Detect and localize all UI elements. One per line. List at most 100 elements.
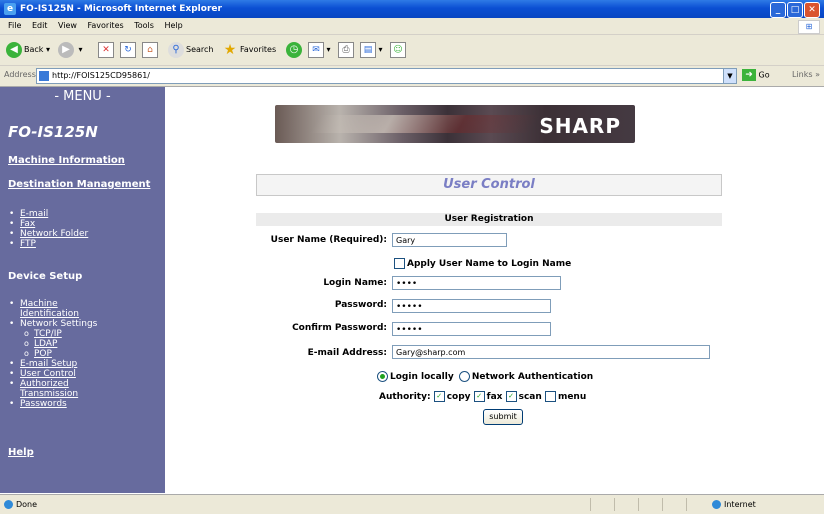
passwords-link[interactable]: Passwords [20, 399, 67, 409]
network-settings-label: Network Settings [20, 319, 98, 329]
list-item: LDAP [0, 339, 97, 349]
menu-tools[interactable]: Tools [134, 21, 154, 30]
menu-help[interactable]: Help [164, 21, 182, 30]
back-button[interactable]: ◀ Back ▾ [6, 40, 50, 60]
address-label: Address [4, 70, 36, 79]
favorites-button[interactable]: ★ Favorites [222, 40, 276, 60]
list-item: Fax [0, 219, 88, 229]
list-item: POP [0, 349, 97, 359]
machine-identification-link[interactable]: Machine Identification [20, 299, 79, 319]
edit-icon: ▤ [360, 41, 376, 58]
go-arrow-icon: ➜ [742, 69, 756, 81]
fax-label: fax [486, 392, 503, 402]
menu-checkbox[interactable] [544, 391, 556, 402]
maximize-button[interactable]: □ [787, 2, 803, 18]
history-button[interactable]: ◷ [286, 40, 304, 60]
close-button[interactable]: ✕ [804, 2, 820, 18]
forward-arrow-icon: ▶ [58, 41, 74, 58]
confirm-password-input[interactable]: ••••• [392, 322, 551, 336]
login-locally-label: Login locally [390, 372, 454, 382]
search-button[interactable]: ⚲ Search [168, 40, 213, 60]
history-icon: ◷ [286, 41, 302, 58]
address-dropdown-icon[interactable]: ▼ [723, 68, 737, 84]
links-button[interactable]: Links » [792, 70, 820, 79]
sidebar: - MENU - FO-IS125N Machine Information D… [0, 87, 165, 493]
page-done-icon [4, 500, 13, 509]
ie-logo-icon: e [4, 3, 16, 15]
edit-button[interactable]: ▤ ▾ [360, 40, 383, 60]
fax-checkbox[interactable]: ✓ [473, 391, 485, 402]
list-item: TCP/IP [0, 329, 97, 339]
home-button[interactable]: ⌂ [142, 40, 158, 60]
search-icon: ⚲ [168, 41, 184, 58]
user-name-input[interactable]: Gary [392, 233, 507, 247]
star-icon: ★ [222, 41, 238, 58]
stop-button[interactable]: ✕ [98, 40, 114, 60]
stop-icon: ✕ [98, 41, 114, 58]
network-auth-radio[interactable] [458, 371, 470, 382]
email-address-input[interactable]: Gary@sharp.com [392, 345, 710, 359]
refresh-icon: ↻ [120, 41, 136, 58]
tcpip-link[interactable]: TCP/IP [34, 329, 62, 339]
email-link[interactable]: E-mail [20, 209, 48, 219]
scan-checkbox[interactable]: ✓ [505, 391, 517, 402]
sharp-logo: SHARP [539, 114, 621, 138]
list-item: AuthorizedTransmission [0, 379, 97, 399]
address-bar: Address http://FOIS125CD95861/ ▼ ➜ Go Li… [0, 66, 824, 87]
menu-view[interactable]: View [58, 21, 77, 30]
help-link[interactable]: Help [8, 447, 34, 458]
password-input[interactable]: ••••• [392, 299, 551, 313]
authorized-transmission-link[interactable]: Authorized Transmission [20, 379, 78, 399]
machine-information-link[interactable]: Machine Information [8, 155, 125, 166]
destination-management-link[interactable]: Destination Management [8, 179, 150, 190]
copy-label: copy [446, 392, 471, 402]
email-address-label: E-mail Address: [307, 348, 387, 358]
page-title: User Control [256, 174, 722, 196]
model-name: FO-IS125N [8, 123, 98, 141]
mail-button[interactable]: ✉ ▾ [308, 40, 331, 60]
login-mode-row: Login locally Network Authentication [377, 371, 593, 382]
list-item: Passwords [0, 399, 97, 409]
security-zone: Internet [712, 500, 756, 509]
network-auth-label: Network Authentication [471, 372, 594, 382]
ldap-link[interactable]: LDAP [34, 339, 57, 349]
address-input[interactable]: http://FOIS125CD95861/ ▼ [36, 68, 737, 84]
menu-file[interactable]: File [8, 21, 21, 30]
refresh-button[interactable]: ↻ [120, 40, 136, 60]
menu-edit[interactable]: Edit [32, 21, 48, 30]
fax-link[interactable]: Fax [20, 219, 35, 229]
toolbar: ◀ Back ▾ ▶ ▾ ✕ ↻ ⌂ ⚲ Search ★ Favorites ◷ ✉… [0, 35, 824, 66]
email-setup-link[interactable]: E-mail Setup [20, 359, 77, 369]
section-header: User Registration [256, 213, 722, 226]
network-folder-link[interactable]: Network Folder [20, 229, 88, 239]
login-name-input[interactable]: •••• [392, 276, 561, 290]
internet-globe-icon [712, 500, 721, 509]
minimize-button[interactable]: _ [770, 2, 786, 18]
menu-favorites[interactable]: Favorites [88, 21, 124, 30]
pop-link[interactable]: POP [34, 349, 52, 359]
ftp-link[interactable]: FTP [20, 239, 36, 249]
apply-username-checkbox[interactable] [394, 258, 405, 269]
list-item: MachineIdentification [0, 299, 97, 319]
apply-username-row: Apply User Name to Login Name [394, 258, 571, 269]
list-item: Network Settings [0, 319, 97, 329]
sharp-banner: SHARP [275, 105, 635, 143]
device-setup-heading: Device Setup [8, 271, 83, 282]
login-locally-radio[interactable] [377, 371, 388, 382]
go-button[interactable]: ➜ Go [742, 69, 770, 81]
status-text: Done [4, 500, 37, 509]
destination-list: E-mail Fax Network Folder FTP [0, 209, 88, 249]
list-item: Network Folder [0, 229, 88, 239]
submit-button[interactable]: submit [483, 409, 523, 425]
user-name-label: User Name (Required): [270, 235, 387, 245]
home-icon: ⌂ [142, 41, 158, 58]
forward-button[interactable]: ▶ ▾ [58, 40, 83, 60]
user-control-link[interactable]: User Control [20, 369, 76, 379]
print-button[interactable]: ⎙ [338, 40, 354, 60]
status-divider [686, 498, 687, 511]
copy-checkbox[interactable]: ✓ [433, 391, 445, 402]
messenger-button[interactable]: ☺ [390, 40, 406, 60]
main-content: SHARP User Control User Registration Use… [165, 87, 824, 493]
scan-label: scan [518, 392, 542, 402]
window-title: FO-IS125N - Microsoft Internet Explorer [20, 4, 222, 14]
